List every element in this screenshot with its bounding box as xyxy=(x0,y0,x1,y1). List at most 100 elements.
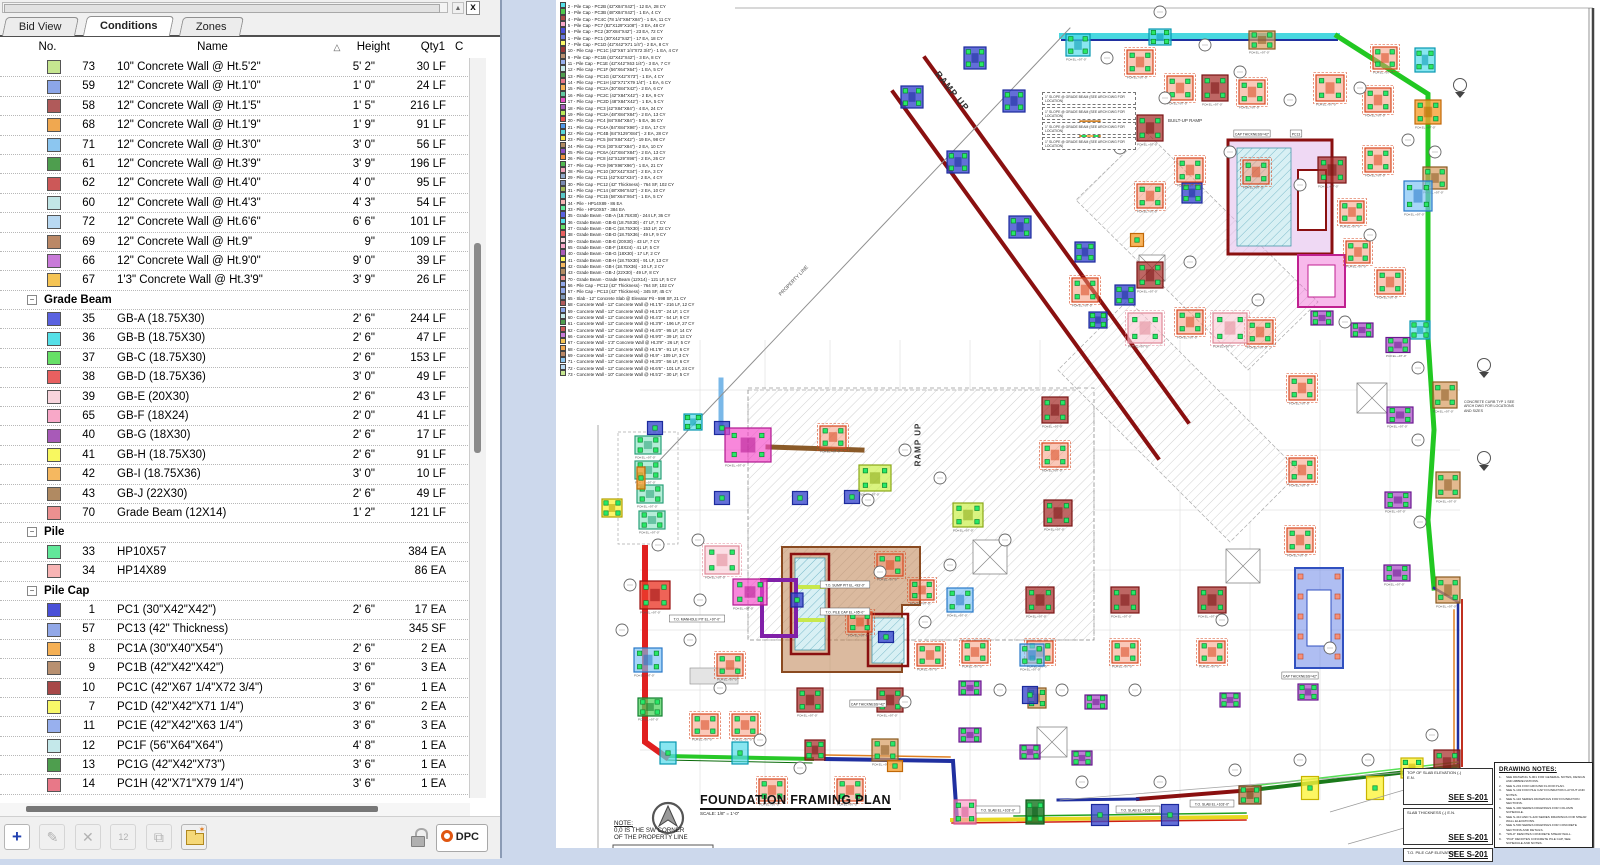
condition-row[interactable]: 33HP10X57384 EA xyxy=(0,543,470,562)
pile-cap-marker[interactable] xyxy=(879,632,894,643)
pile-cap-marker[interactable]: PC# EL.+97'-0" xyxy=(1020,644,1044,672)
pile-cap-marker[interactable]: PC# EL.+97'-0" xyxy=(1197,639,1228,669)
pile-cap-marker[interactable] xyxy=(1003,90,1025,112)
pile-cap-marker[interactable] xyxy=(1026,800,1044,824)
condition-row[interactable]: 35GB-A (18.75X30)2' 6"244 LF xyxy=(0,310,470,329)
collapse-icon[interactable]: − xyxy=(27,586,37,596)
pile-cap-marker[interactable]: PC# EL.+97'-0" xyxy=(1249,31,1275,55)
condition-row[interactable]: 671'3" Concrete Wall @ Ht.3'9"3' 9"26 LF xyxy=(0,271,470,290)
pile-cap-marker[interactable] xyxy=(888,761,903,772)
condition-row[interactable]: 12PC1F (56"X64"X64")4' 8"1 EA xyxy=(0,737,470,756)
pile-cap-marker[interactable]: PC# EL.+97'-0" xyxy=(1436,472,1460,504)
pile-cap-marker[interactable]: PC# EL.+97'-0" xyxy=(1371,45,1400,75)
copy-button[interactable]: ⧉ xyxy=(146,824,172,850)
pile-cap-marker[interactable] xyxy=(964,47,986,69)
pile-cap-marker[interactable] xyxy=(805,740,825,760)
condition-row[interactable]: 65GB-F (18X24)2' 0"41 LF xyxy=(0,407,470,426)
pile-cap-marker[interactable]: PC# EL.+97'-0" xyxy=(1338,199,1367,229)
pile-cap-marker[interactable] xyxy=(715,492,730,505)
pile-cap-marker[interactable]: PC# EL.+97'-0" xyxy=(960,639,991,669)
pile-cap-marker[interactable]: PC# EL.+97'-0" xyxy=(1070,276,1101,308)
condition-row[interactable]: 6612" Concrete Wall @ Ht.9'0"9' 0"39 LF xyxy=(0,252,470,271)
condition-row[interactable]: 9PC1B (42"X42"X42")3' 6"3 EA xyxy=(0,659,470,678)
close-icon[interactable]: x xyxy=(466,1,480,15)
column-header-qty1[interactable]: Qty1 xyxy=(395,37,445,58)
pile-cap-marker[interactable]: PC# EL.+97'-0" xyxy=(1125,48,1156,80)
condition-row[interactable]: 5912" Concrete Wall @ Ht.1'0"1' 0"24 LF xyxy=(0,77,470,96)
condition-row[interactable]: 6912" Concrete Wall @ Ht.9"9"109 LF xyxy=(0,233,470,252)
pile-cap-marker[interactable] xyxy=(1131,234,1144,247)
pile-cap-marker[interactable]: PC# EL.+97'-0" xyxy=(1363,86,1394,118)
pile-cap-marker[interactable]: PC# EL.+97'-0" xyxy=(1387,407,1413,429)
pile-cap-marker[interactable] xyxy=(1239,786,1261,804)
collapse-icon[interactable]: − xyxy=(27,527,37,537)
column-header-partial[interactable]: C xyxy=(455,37,470,58)
condition-row[interactable]: 38GB-D (18.75X36)3' 0"49 LF xyxy=(0,368,470,387)
column-header-height[interactable]: Height xyxy=(345,37,390,58)
condition-row[interactable]: 14PC1H (42"X71"X79 1/4")3' 6"1 EA xyxy=(0,775,470,794)
pile-cap-marker[interactable]: PC# EL.+97'-0" xyxy=(1404,181,1432,217)
pile-cap-marker[interactable]: PC# EL.+97'-0" xyxy=(1111,587,1139,619)
condition-row[interactable]: 6012" Concrete Wall @ Ht.4'3"4' 3"54 LF xyxy=(0,194,470,213)
pile-cap-marker[interactable] xyxy=(1075,242,1095,262)
collapse-icon[interactable]: − xyxy=(27,295,37,305)
edit-condition-button[interactable]: ✎ xyxy=(39,824,65,850)
condition-row[interactable]: 7PC1D (42"X42"X71 1/4")3' 6"2 EA xyxy=(0,698,470,717)
condition-row[interactable]: 6812" Concrete Wall @ Ht.1'9"1' 9"91 LF xyxy=(0,116,470,135)
condition-row[interactable]: 5812" Concrete Wall @ Ht.1'5"1' 5"216 LF xyxy=(0,97,470,116)
group-row[interactable]: −Pile Cap xyxy=(0,582,470,601)
pile-cap-marker[interactable]: PC# EL.+97'-0" xyxy=(1066,34,1090,62)
new-folder-button[interactable]: ✶ xyxy=(181,824,207,850)
condition-row[interactable]: 34HP14X8986 EA xyxy=(0,562,470,581)
pile-cap-marker[interactable] xyxy=(1085,695,1107,709)
condition-row[interactable]: 8PC1A (30"X40"X54")2' 6"2 EA xyxy=(0,640,470,659)
pile-cap-marker[interactable] xyxy=(732,742,748,764)
pile-cap-marker[interactable] xyxy=(648,422,663,435)
group-row[interactable]: −Grade Beam xyxy=(0,291,470,310)
shear-wall-core[interactable] xyxy=(1298,255,1345,307)
pile-cap-marker[interactable] xyxy=(1115,285,1135,305)
pile-cap-marker[interactable]: PC# EL.+97'-0" xyxy=(1344,239,1373,269)
column-header-name[interactable]: Name xyxy=(100,37,325,58)
scroll-up-button[interactable]: ▲ xyxy=(452,2,464,14)
column-header-no[interactable]: No. xyxy=(0,37,95,58)
scrollbar-thumb[interactable] xyxy=(4,4,440,13)
pile-cap-marker[interactable]: PC# EL.+97'-0" xyxy=(1386,338,1410,359)
pile-cap-marker[interactable] xyxy=(1072,751,1092,765)
condition-row[interactable]: 6112" Concrete Wall @ Ht.3'9"3' 9"196 LF xyxy=(0,155,470,174)
top-horizontal-scrollbar[interactable] xyxy=(2,2,448,13)
pile-cap-marker[interactable] xyxy=(1311,311,1333,325)
condition-row[interactable]: 37GB-C (18.75X30)2' 6"153 LF xyxy=(0,349,470,368)
pile-cap-marker[interactable] xyxy=(684,414,702,430)
pile-cap-marker[interactable]: PC# EL.+97'-0" xyxy=(1436,577,1460,609)
pile-cap-marker[interactable]: PC# EL.+97'-0" xyxy=(1287,456,1318,488)
condition-row[interactable]: 42GB-I (18.75X36)3' 0"10 LF xyxy=(0,465,470,484)
scrollbar-thumb[interactable] xyxy=(474,243,481,453)
pile-cap-marker[interactable]: PC# EL.+97'-0" xyxy=(1385,492,1411,514)
pile-cap-marker[interactable]: PC# EL.+97'-0" xyxy=(1137,262,1163,294)
pile-cap-marker[interactable] xyxy=(1162,805,1179,826)
tab-bid-view[interactable]: Bid View xyxy=(2,17,79,36)
tab-zones[interactable]: Zones xyxy=(179,17,244,36)
pile-cap-marker[interactable] xyxy=(637,467,645,489)
pile-cap-marker[interactable]: PC# EL.+97'-0" xyxy=(1126,311,1165,349)
pile-cap-marker[interactable] xyxy=(1220,693,1240,707)
pile-cap-marker[interactable] xyxy=(793,492,808,505)
condition-row[interactable]: 36GB-B (18.75X30)2' 6"47 LF xyxy=(0,329,470,348)
add-condition-button[interactable]: + xyxy=(4,824,30,850)
group-row[interactable]: −Pile xyxy=(0,523,470,542)
pile-cap-marker[interactable] xyxy=(1149,29,1171,45)
wall-takeoff[interactable] xyxy=(1138,790,1252,799)
pile-cap-marker[interactable] xyxy=(901,86,923,108)
pile-cap-marker[interactable]: PC# EL.+97'-0" xyxy=(1287,374,1318,406)
pile-cap-marker[interactable]: PC# EL.+97'-0" xyxy=(715,652,746,682)
pile-cap-marker[interactable]: PC# EL.+97'-0" xyxy=(1202,75,1228,107)
pile-cap-marker[interactable] xyxy=(1092,805,1109,826)
pile-cap-marker[interactable] xyxy=(1298,684,1318,700)
pile-cap-marker[interactable]: PC# EL.+97'-0" xyxy=(690,712,721,742)
pile-cap-marker[interactable]: PC# EL.+97'-0" xyxy=(1110,639,1141,669)
pile-cap-marker[interactable]: PC# EL.+97'-0" xyxy=(1211,311,1250,349)
condition-row[interactable]: 7112" Concrete Wall @ Ht.3'0"3' 0"56 LF xyxy=(0,136,470,155)
condition-row[interactable]: 7310" Concrete Wall @ Ht.5'2"5' 2"30 LF xyxy=(0,58,470,77)
scrollbar-thumb[interactable] xyxy=(26,806,378,812)
